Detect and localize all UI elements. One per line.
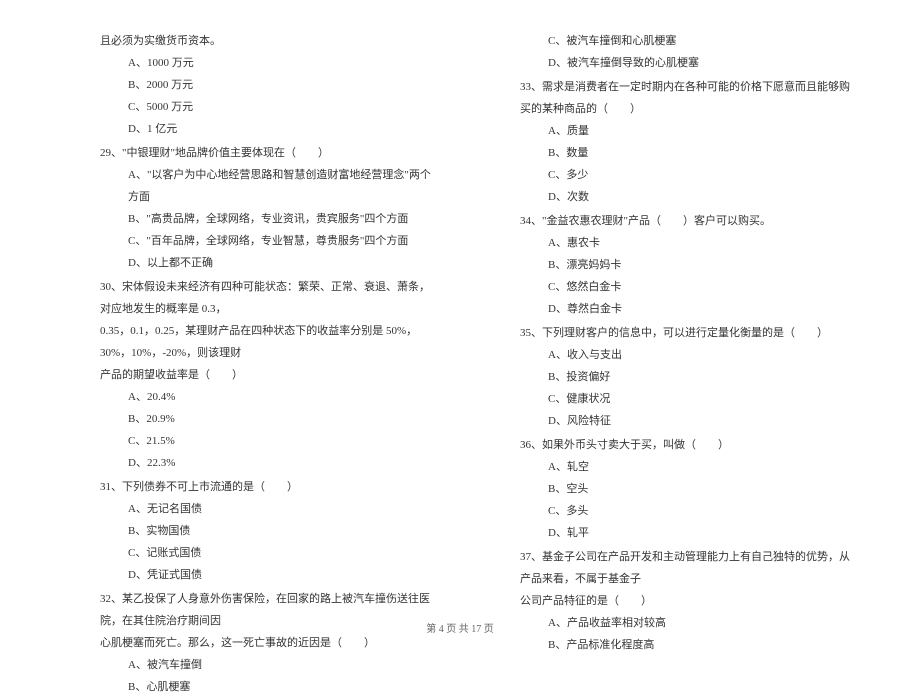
q30-option-d: D、22.3% bbox=[128, 452, 440, 474]
q28-option-a: A、1000 万元 bbox=[128, 52, 440, 74]
q36-option-a: A、轧空 bbox=[548, 456, 860, 478]
q33-text: 33、需求是消费者在一定时期内在各种可能的价格下愿意而且能够购买的某种商品的（ … bbox=[520, 76, 860, 120]
right-column: C、被汽车撞倒和心肌梗塞 D、被汽车撞倒导致的心肌梗塞 33、需求是消费者在一定… bbox=[520, 30, 860, 698]
q32-option-d: D、被汽车撞倒导致的心肌梗塞 bbox=[548, 52, 860, 74]
q31-option-d: D、凭证式国债 bbox=[128, 564, 440, 586]
q34-option-d: D、尊然白金卡 bbox=[548, 298, 860, 320]
q30-option-b: B、20.9% bbox=[128, 408, 440, 430]
q34-option-a: A、惠农卡 bbox=[548, 232, 860, 254]
q30-option-a: A、20.4% bbox=[128, 386, 440, 408]
page-footer: 第 4 页 共 17 页 bbox=[0, 620, 920, 635]
q30-text-line1: 30、宋体假设未来经济有四种可能状态：繁荣、正常、衰退、萧条，对应地发生的概率是… bbox=[100, 276, 440, 320]
q34-text: 34、"金益农惠农理财"产品（ ）客户可以购买。 bbox=[520, 210, 860, 232]
q35-option-a: A、收入与支出 bbox=[548, 344, 860, 366]
q28-option-d: D、1 亿元 bbox=[128, 118, 440, 140]
q35-option-b: B、投资偏好 bbox=[548, 366, 860, 388]
q32-option-a: A、被汽车撞倒 bbox=[128, 654, 440, 676]
q36-option-b: B、空头 bbox=[548, 478, 860, 500]
q32-option-b: B、心肌梗塞 bbox=[128, 676, 440, 698]
q35-option-d: D、风险特征 bbox=[548, 410, 860, 432]
q28-option-b: B、2000 万元 bbox=[128, 74, 440, 96]
q37-text-line1: 37、基金子公司在产品开发和主动管理能力上有自己独特的优势，从产品来看，不属于基… bbox=[520, 546, 860, 590]
q28-option-c: C、5000 万元 bbox=[128, 96, 440, 118]
q31-option-a: A、无记名国债 bbox=[128, 498, 440, 520]
q35-text: 35、下列理财客户的信息中，可以进行定量化衡量的是（ ） bbox=[520, 322, 860, 344]
q33-option-a: A、质量 bbox=[548, 120, 860, 142]
q29-option-b: B、"高贵品牌，全球网络，专业资讯，贵宾服务"四个方面 bbox=[128, 208, 440, 230]
q29-text: 29、"中银理财"地品牌价值主要体现在（ ） bbox=[100, 142, 440, 164]
q29-option-d: D、以上都不正确 bbox=[128, 252, 440, 274]
q36-option-c: C、多头 bbox=[548, 500, 860, 522]
q36-option-d: D、轧平 bbox=[548, 522, 860, 544]
q33-option-c: C、多少 bbox=[548, 164, 860, 186]
q30-text-line2: 0.35，0.1，0.25，某理财产品在四种状态下的收益率分别是 50%，30%… bbox=[100, 320, 440, 364]
q37-text-line2: 公司产品特征的是（ ） bbox=[520, 590, 860, 612]
q29-option-a: A、"以客户为中心地经营思路和智慧创造财富地经营理念"两个方面 bbox=[128, 164, 440, 208]
q35-option-c: C、健康状况 bbox=[548, 388, 860, 410]
q33-option-d: D、次数 bbox=[548, 186, 860, 208]
q34-option-c: C、悠然白金卡 bbox=[548, 276, 860, 298]
q31-option-b: B、实物国债 bbox=[128, 520, 440, 542]
q36-text: 36、如果外币头寸卖大于买，叫做（ ） bbox=[520, 434, 860, 456]
left-column: 且必须为实缴货币资本。 A、1000 万元 B、2000 万元 C、5000 万… bbox=[100, 30, 440, 698]
q31-option-c: C、记账式国债 bbox=[128, 542, 440, 564]
q30-option-c: C、21.5% bbox=[128, 430, 440, 452]
q37-option-b: B、产品标准化程度高 bbox=[548, 634, 860, 656]
q32-text-line2: 心肌梗塞而死亡。那么，这一死亡事故的近因是（ ） bbox=[100, 632, 440, 654]
q33-option-b: B、数量 bbox=[548, 142, 860, 164]
q31-text: 31、下列债券不可上市流通的是（ ） bbox=[100, 476, 440, 498]
q30-text-line3: 产品的期望收益率是（ ） bbox=[100, 364, 440, 386]
q28-continuation: 且必须为实缴货币资本。 bbox=[100, 30, 440, 52]
q29-option-c: C、"百年品牌，全球网络，专业智慧，尊贵服务"四个方面 bbox=[128, 230, 440, 252]
q32-option-c: C、被汽车撞倒和心肌梗塞 bbox=[548, 30, 860, 52]
q34-option-b: B、漂亮妈妈卡 bbox=[548, 254, 860, 276]
